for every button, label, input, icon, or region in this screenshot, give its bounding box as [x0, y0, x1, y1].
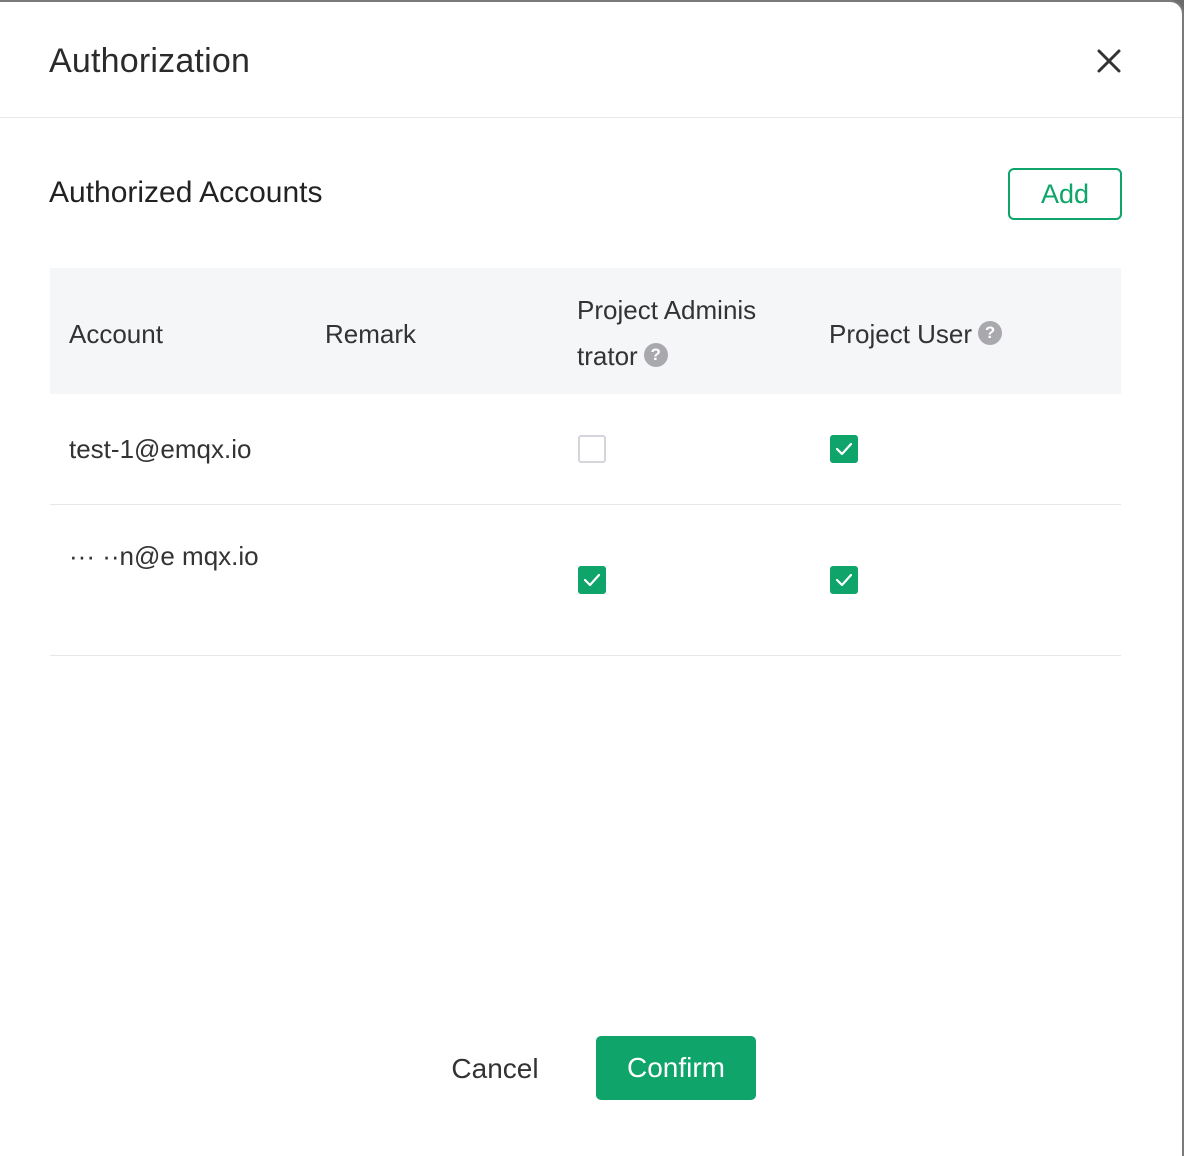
- project-administrator-checkbox[interactable]: [578, 435, 606, 463]
- column-header-project-user: Project User?: [829, 311, 1003, 357]
- dialog-title: Authorization: [49, 42, 251, 80]
- help-icon[interactable]: ?: [643, 343, 668, 368]
- close-icon[interactable]: [1092, 44, 1126, 78]
- section-title: Authorized Accounts: [49, 176, 323, 209]
- account-cell: ··· ··n@e mqx.io: [69, 541, 259, 571]
- help-icon[interactable]: ?: [978, 321, 1003, 346]
- accounts-table: Account Remark Project Adminis trator? P…: [50, 268, 1121, 656]
- column-header-project-administrator: Project Adminis trator?: [577, 287, 792, 379]
- authorization-dialog: Authorization Authorized Accounts Add Ac…: [0, 0, 1184, 1156]
- table-header: Account Remark Project Adminis trator? P…: [50, 268, 1121, 394]
- table-row: test-1@emqx.io: [50, 394, 1121, 505]
- dialog-header: Authorization: [0, 2, 1182, 118]
- add-button[interactable]: Add: [1008, 168, 1122, 220]
- confirm-button[interactable]: Confirm: [596, 1036, 756, 1100]
- column-header-label: Project User: [829, 319, 973, 349]
- project-administrator-checkbox[interactable]: [578, 566, 606, 594]
- project-user-checkbox[interactable]: [830, 566, 858, 594]
- account-cell: test-1@emqx.io: [69, 434, 252, 464]
- project-user-checkbox[interactable]: [830, 435, 858, 463]
- table-row: ··· ··n@e mqx.io: [50, 505, 1121, 656]
- column-header-account: Account: [69, 319, 163, 349]
- cancel-button[interactable]: Cancel: [432, 1038, 558, 1100]
- column-header-remark: Remark: [325, 319, 417, 349]
